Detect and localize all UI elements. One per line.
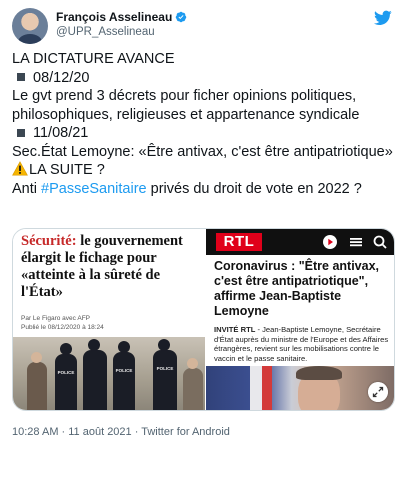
police-officer-figure: POLICE bbox=[153, 339, 177, 410]
figaro-source: Par Le Figaro avec AFP bbox=[21, 315, 91, 322]
tweet-footer[interactable]: 10:28 AM · 11 août 2021 · Twitter for An… bbox=[12, 426, 230, 438]
police-photo: POLICE POLICE POLICE bbox=[13, 337, 205, 410]
menu-icon bbox=[350, 238, 362, 247]
tweet-line-quote: Sec.État Lemoyne: «Être antivax, c'est ê… bbox=[12, 143, 393, 160]
headline-accent: Sécurité: bbox=[21, 233, 77, 249]
police-label: POLICE bbox=[156, 366, 174, 371]
portrait-hair bbox=[296, 366, 342, 380]
figaro-headline: Sécurité: le gouvernement élargit le fic… bbox=[21, 233, 201, 301]
hashtag-link[interactable]: #PasseSanitaire bbox=[41, 181, 147, 197]
civilian-figure bbox=[183, 358, 203, 410]
tweet-line-date1: 08/12/20 bbox=[12, 69, 402, 88]
tweet-line-question: Anti #PasseSanitaire privés du droit de … bbox=[12, 180, 402, 199]
flag-white bbox=[250, 366, 262, 410]
tweet-header: François Asselineau @UPR_Asselineau bbox=[12, 8, 398, 48]
tweet-line-suite: LA SUITE ? bbox=[12, 161, 402, 180]
warning-sign-icon bbox=[12, 161, 28, 176]
lemoyne-photo bbox=[206, 366, 394, 410]
play-icon bbox=[323, 235, 337, 249]
question-prefix: Anti bbox=[12, 180, 42, 197]
rtl-logo: RTL bbox=[216, 233, 262, 251]
square-bullet-icon bbox=[17, 128, 25, 137]
figaro-published: Publié le 08/12/2020 à 18:24 bbox=[21, 324, 104, 331]
author-name[interactable]: François Asselineau bbox=[56, 10, 172, 24]
verified-badge-icon bbox=[176, 11, 187, 23]
rtl-description: INVITÉ RTL - Jean-Baptiste Lemoyne, Secr… bbox=[214, 325, 390, 363]
rtl-headline: Coronavirus : "Être antivax, c'est être … bbox=[214, 259, 380, 318]
search-icon bbox=[373, 235, 387, 249]
avatar[interactable] bbox=[12, 8, 48, 44]
tweet-line-headline: LA DICTATURE AVANCE bbox=[12, 51, 175, 67]
rtl-desc-bold: INVITÉ RTL bbox=[214, 325, 256, 334]
expand-icon[interactable] bbox=[368, 382, 388, 402]
media-image-figaro[interactable]: Sécurité: le gouvernement élargit le fic… bbox=[13, 229, 205, 410]
author-handle[interactable]: @UPR_Asselineau bbox=[56, 26, 155, 38]
police-officer-figure: POLICE bbox=[113, 341, 135, 410]
police-officer-figure bbox=[83, 339, 107, 410]
tweet-media[interactable]: Sécurité: le gouvernement élargit le fic… bbox=[12, 228, 395, 411]
civilian-figure bbox=[27, 352, 47, 410]
suite-text: LA SUITE ? bbox=[29, 162, 105, 178]
police-label: POLICE bbox=[57, 370, 75, 375]
twitter-bird-icon[interactable] bbox=[374, 10, 392, 26]
police-label: POLICE bbox=[115, 368, 133, 373]
date-1: 08/12/20 bbox=[33, 69, 90, 86]
tweet-text: LA DICTATURE AVANCE 08/12/20 Le gvt pren… bbox=[12, 50, 402, 198]
tweet-line-decrees: Le gvt prend 3 décrets pour ficher opini… bbox=[12, 88, 360, 123]
rtl-top-bar: RTL bbox=[206, 229, 394, 255]
police-officer-figure: POLICE bbox=[55, 343, 77, 410]
tweet-line-date2: 11/08/21 bbox=[12, 124, 402, 143]
flag-red bbox=[262, 366, 272, 410]
author-name-row: François Asselineau bbox=[56, 10, 187, 24]
square-bullet-icon bbox=[17, 73, 25, 82]
media-image-rtl[interactable]: RTL Coronavirus : "Être antivax, c'est ê… bbox=[206, 229, 394, 410]
date-2: 11/08/21 bbox=[33, 125, 89, 141]
question-suffix: privés du droit de vote en 2022 ? bbox=[146, 180, 362, 197]
